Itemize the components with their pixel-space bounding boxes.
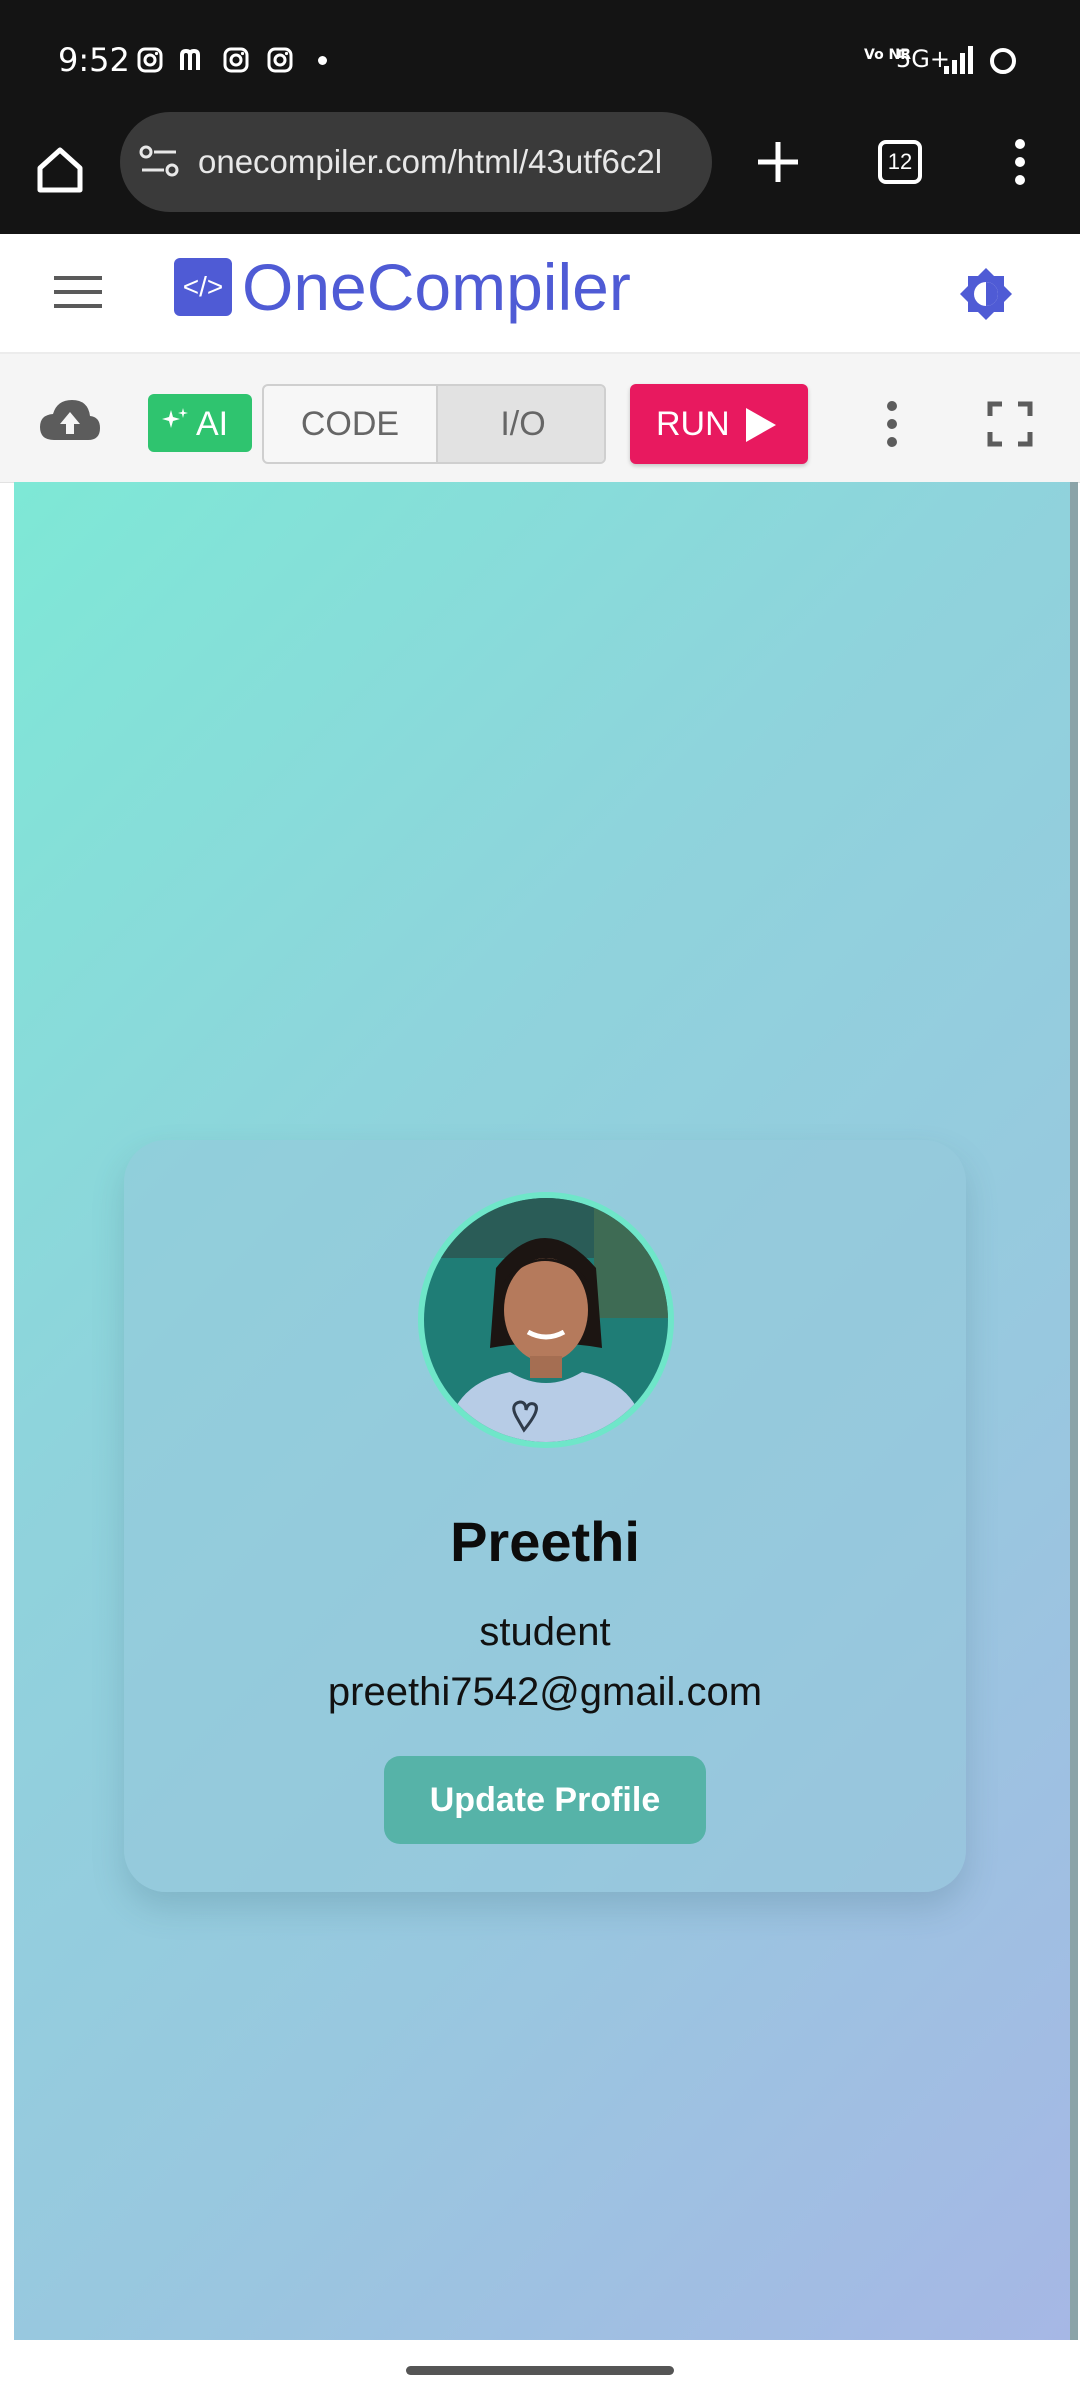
preview-pane: Preethi student preethi7542@gmail.com Up…: [14, 482, 1078, 2340]
more-options-icon[interactable]: [872, 394, 912, 454]
update-profile-button[interactable]: Update Profile: [384, 1756, 706, 1844]
ai-label: AI: [196, 405, 229, 443]
m-app-icon: [180, 48, 200, 70]
view-toggle: CODE I/O: [262, 384, 606, 464]
tab-switcher-button[interactable]: 12: [878, 140, 922, 184]
battery-icon: [990, 48, 1016, 74]
logo-icon[interactable]: </>: [174, 258, 232, 316]
avatar: [424, 1198, 668, 1442]
profile-email: preethi7542@gmail.com: [327, 1670, 763, 1714]
gesture-handle[interactable]: [406, 2366, 674, 2375]
home-icon[interactable]: [30, 140, 90, 200]
theme-toggle-icon[interactable]: [956, 264, 1016, 324]
profile-card: Preethi student preethi7542@gmail.com Up…: [124, 1140, 966, 1892]
profile-photo: [424, 1198, 668, 1442]
play-icon: [746, 408, 776, 442]
url-text[interactable]: onecompiler.com/html/43utf6c2l: [198, 142, 662, 182]
site-settings-icon[interactable]: [138, 142, 182, 182]
tab-io[interactable]: I/O: [436, 386, 604, 462]
instagram-icon: [137, 47, 163, 73]
new-tab-icon[interactable]: [748, 132, 808, 192]
profile-name: Preethi: [450, 1510, 640, 1573]
status-time: 9:52: [58, 41, 130, 79]
run-button[interactable]: RUN: [630, 384, 808, 464]
more-notifications-dot: [318, 56, 327, 65]
browser-menu-icon[interactable]: [1000, 132, 1040, 192]
instagram-icon: [267, 47, 293, 73]
run-label: RUN: [656, 405, 730, 443]
cloud-upload-icon[interactable]: [38, 396, 102, 444]
signal-icon: [944, 46, 973, 74]
profile-role: student: [479, 1610, 611, 1654]
status-bar: 9:52 Vo NR 5G+: [0, 0, 1080, 122]
brand-name[interactable]: OneCompiler: [242, 248, 631, 326]
fullscreen-icon[interactable]: [986, 400, 1034, 448]
hamburger-menu-icon[interactable]: [52, 272, 104, 312]
avatar-ring: [418, 1192, 674, 1448]
ai-button[interactable]: AI: [148, 394, 252, 452]
instagram-icon: [223, 47, 249, 73]
tab-code[interactable]: CODE: [264, 386, 436, 462]
site-header: </> OneCompiler: [0, 234, 1080, 354]
navigation-gesture-area: [0, 2340, 1080, 2400]
sparkle-icon: [162, 408, 188, 428]
url-bar[interactable]: onecompiler.com/html/43utf6c2l: [120, 112, 712, 212]
editor-toolbar: AI CODE I/O RUN: [0, 354, 1080, 483]
